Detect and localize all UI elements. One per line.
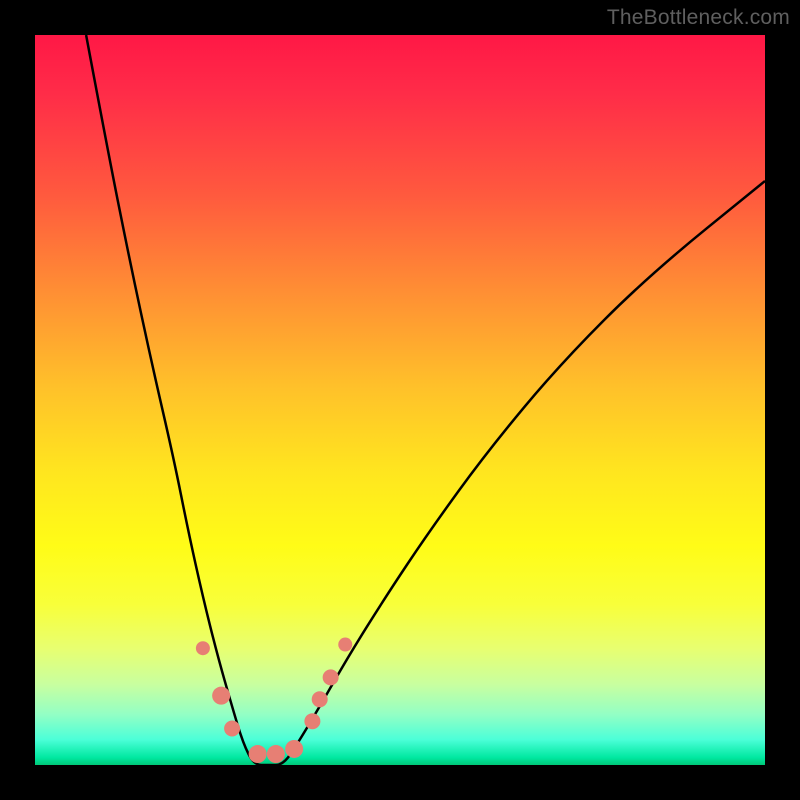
marker-group (196, 638, 352, 764)
data-marker (249, 745, 267, 763)
data-marker (196, 641, 210, 655)
bottleneck-curve (86, 35, 765, 765)
chart-canvas: TheBottleneck.com (0, 0, 800, 800)
data-marker (267, 745, 285, 763)
plot-area (35, 35, 765, 765)
data-marker (285, 740, 303, 758)
curve-svg (35, 35, 765, 765)
data-marker (312, 691, 328, 707)
data-marker (304, 713, 320, 729)
data-marker (212, 687, 230, 705)
curve-path-group (86, 35, 765, 765)
data-marker (338, 638, 352, 652)
data-marker (224, 721, 240, 737)
watermark-text: TheBottleneck.com (607, 6, 790, 30)
data-marker (323, 669, 339, 685)
